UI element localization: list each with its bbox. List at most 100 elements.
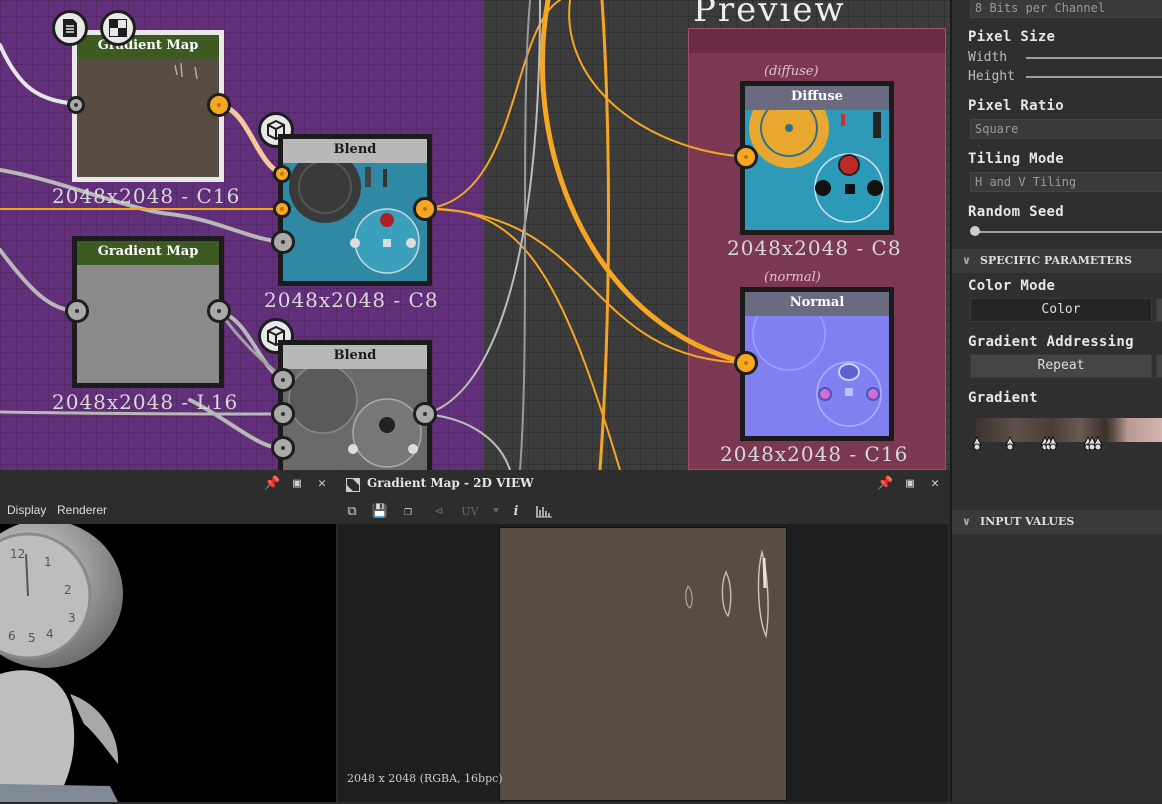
height-slider[interactable] bbox=[1026, 76, 1162, 78]
close-icon[interactable]: ✕ bbox=[314, 476, 330, 492]
node-title: Normal bbox=[745, 292, 889, 316]
random-seed-label: Random Seed bbox=[968, 204, 1065, 220]
node-resolution: 2048x2048 - C16 bbox=[720, 442, 909, 466]
output-format-field[interactable]: 8 Bits per Channel bbox=[970, 0, 1162, 18]
random-seed-handle[interactable] bbox=[970, 226, 980, 236]
checker-icon[interactable] bbox=[100, 10, 136, 46]
panel-tab-bar: Gradient Map - 2D VIEW 📌 ▣ ✕ bbox=[338, 470, 948, 499]
node-title: Diffuse bbox=[745, 86, 889, 110]
tiling-mode-label: Tiling Mode bbox=[968, 151, 1065, 167]
checker-icon bbox=[346, 478, 360, 492]
color-mode-button[interactable]: Color bbox=[970, 298, 1152, 322]
copy-icon[interactable]: ❐ bbox=[398, 501, 418, 521]
node-thumbnail bbox=[745, 110, 889, 230]
texture-preview bbox=[499, 527, 787, 801]
node-gradient-map-2[interactable]: Gradient Map bbox=[72, 236, 224, 388]
svg-text:3: 3 bbox=[68, 611, 76, 625]
maximize-icon[interactable]: ▣ bbox=[902, 476, 918, 492]
node-comment: (normal) bbox=[764, 270, 821, 285]
node-resolution: 2048x2048 - L16 bbox=[52, 390, 239, 414]
pixel-ratio-dropdown[interactable]: Square bbox=[970, 119, 1162, 139]
output-port[interactable] bbox=[207, 299, 231, 323]
document-icon[interactable] bbox=[52, 10, 88, 46]
output-port[interactable] bbox=[207, 93, 231, 117]
node-title: Blend bbox=[283, 139, 427, 163]
close-icon[interactable]: ✕ bbox=[927, 476, 943, 492]
image-info: 2048 x 2048 (RGBA, 16bpc) bbox=[347, 772, 503, 785]
svg-text:12: 12 bbox=[10, 547, 25, 561]
histogram-icon[interactable] bbox=[534, 501, 554, 521]
node-thumbnail bbox=[77, 59, 219, 177]
menu-display[interactable]: Display bbox=[7, 503, 46, 517]
node-blend-2[interactable]: Blend bbox=[278, 340, 432, 470]
output-port[interactable] bbox=[413, 197, 437, 221]
save-icon[interactable]: 💾 bbox=[370, 501, 390, 521]
2d-view-title: Gradient Map - 2D VIEW bbox=[367, 476, 534, 490]
random-seed-slider[interactable] bbox=[974, 231, 1162, 233]
2d-view-panel[interactable]: Gradient Map - 2D VIEW 📌 ▣ ✕ ⧉ 💾 ❐ ⊲ UV … bbox=[338, 470, 948, 802]
input-port[interactable] bbox=[271, 402, 295, 426]
gradient-addressing-alt-button[interactable] bbox=[1156, 354, 1162, 378]
input-port[interactable] bbox=[271, 230, 295, 254]
panel-tab-bar: 📌 ▣ ✕ bbox=[0, 470, 336, 499]
input-port[interactable] bbox=[67, 96, 85, 114]
maximize-icon[interactable]: ▣ bbox=[289, 476, 305, 492]
pin-icon[interactable]: 📌 bbox=[264, 476, 280, 492]
gradient-addressing-label: Gradient Addressing bbox=[968, 334, 1134, 350]
node-title: Blend bbox=[283, 345, 427, 369]
svg-text:2: 2 bbox=[64, 583, 72, 597]
color-mode-alt-button[interactable] bbox=[1156, 298, 1162, 322]
node-title: Gradient Map bbox=[77, 241, 219, 265]
gradient-label: Gradient bbox=[968, 390, 1038, 406]
properties-panel[interactable]: 8 Bits per Channel Pixel Size Width Heig… bbox=[950, 0, 1162, 802]
svg-text:5: 5 bbox=[28, 631, 36, 645]
node-resolution: 2048x2048 - C16 bbox=[52, 184, 241, 208]
copy-layer-icon[interactable]: ⧉ bbox=[342, 501, 362, 521]
node-thumbnail bbox=[283, 163, 427, 281]
section-title: INPUT VALUES bbox=[980, 515, 1075, 528]
uv-toggle[interactable]: UV bbox=[460, 501, 480, 521]
input-port[interactable] bbox=[271, 368, 295, 392]
width-slider[interactable] bbox=[1026, 57, 1162, 59]
node-comment: (diffuse) bbox=[764, 64, 819, 79]
tiling-mode-dropdown[interactable]: H and V Tiling bbox=[970, 172, 1162, 192]
chevron-down-icon[interactable]: ▼ bbox=[486, 501, 506, 521]
color-mode-label: Color Mode bbox=[968, 278, 1056, 294]
input-port[interactable] bbox=[734, 351, 758, 375]
node-resolution: 2048x2048 - C8 bbox=[264, 288, 439, 312]
pixel-ratio-label: Pixel Ratio bbox=[968, 98, 1065, 114]
output-port[interactable] bbox=[413, 402, 437, 426]
input-values-section[interactable]: ∨ INPUT VALUES bbox=[952, 510, 1162, 534]
node-graph-canvas[interactable]: Preview Gradient Map 2048x2048 - C16 Gra… bbox=[0, 0, 950, 470]
input-port[interactable] bbox=[273, 200, 291, 218]
node-thumbnail bbox=[283, 369, 427, 470]
2d-view-toolbar: ⧉ 💾 ❐ ⊲ UV ▼ i bbox=[338, 498, 948, 524]
node-resolution: 2048x2048 - C8 bbox=[727, 236, 902, 260]
node-output-diffuse[interactable]: Diffuse bbox=[740, 81, 894, 235]
node-thumbnail bbox=[77, 265, 219, 383]
3d-view-menubar: Display Renderer bbox=[0, 498, 336, 524]
3d-viewport[interactable]: 12 1 2 3 4 5 6 bbox=[0, 524, 336, 802]
section-title: SPECIFIC PARAMETERS bbox=[980, 254, 1132, 267]
info-icon[interactable]: i bbox=[506, 501, 526, 521]
2d-viewport[interactable]: 2048 x 2048 (RGBA, 16bpc) bbox=[338, 524, 948, 802]
node-output-normal[interactable]: Normal bbox=[740, 287, 894, 441]
specific-parameters-section[interactable]: ∨ SPECIFIC PARAMETERS bbox=[952, 249, 1162, 273]
svg-text:1: 1 bbox=[44, 555, 52, 569]
3d-model-render: 12 1 2 3 4 5 6 bbox=[0, 524, 123, 802]
share-icon[interactable]: ⊲ bbox=[429, 501, 449, 521]
node-blend-1[interactable]: Blend bbox=[278, 134, 432, 286]
menu-renderer[interactable]: Renderer bbox=[57, 503, 107, 517]
gradient-addressing-button[interactable]: Repeat bbox=[970, 354, 1152, 378]
node-gradient-map-1[interactable]: Gradient Map bbox=[72, 30, 224, 182]
input-port[interactable] bbox=[273, 165, 291, 183]
gradient-stops[interactable] bbox=[952, 436, 1162, 450]
input-port[interactable] bbox=[271, 436, 295, 460]
chevron-down-icon: ∨ bbox=[962, 515, 971, 528]
chevron-down-icon: ∨ bbox=[962, 254, 971, 267]
pin-icon[interactable]: 📌 bbox=[877, 476, 893, 492]
node-title: Gradient Map bbox=[77, 35, 219, 59]
3d-view-panel[interactable]: 📌 ▣ ✕ Display Renderer 12 1 2 3 4 5 6 bbox=[0, 470, 336, 802]
input-port[interactable] bbox=[65, 299, 89, 323]
input-port[interactable] bbox=[734, 145, 758, 169]
